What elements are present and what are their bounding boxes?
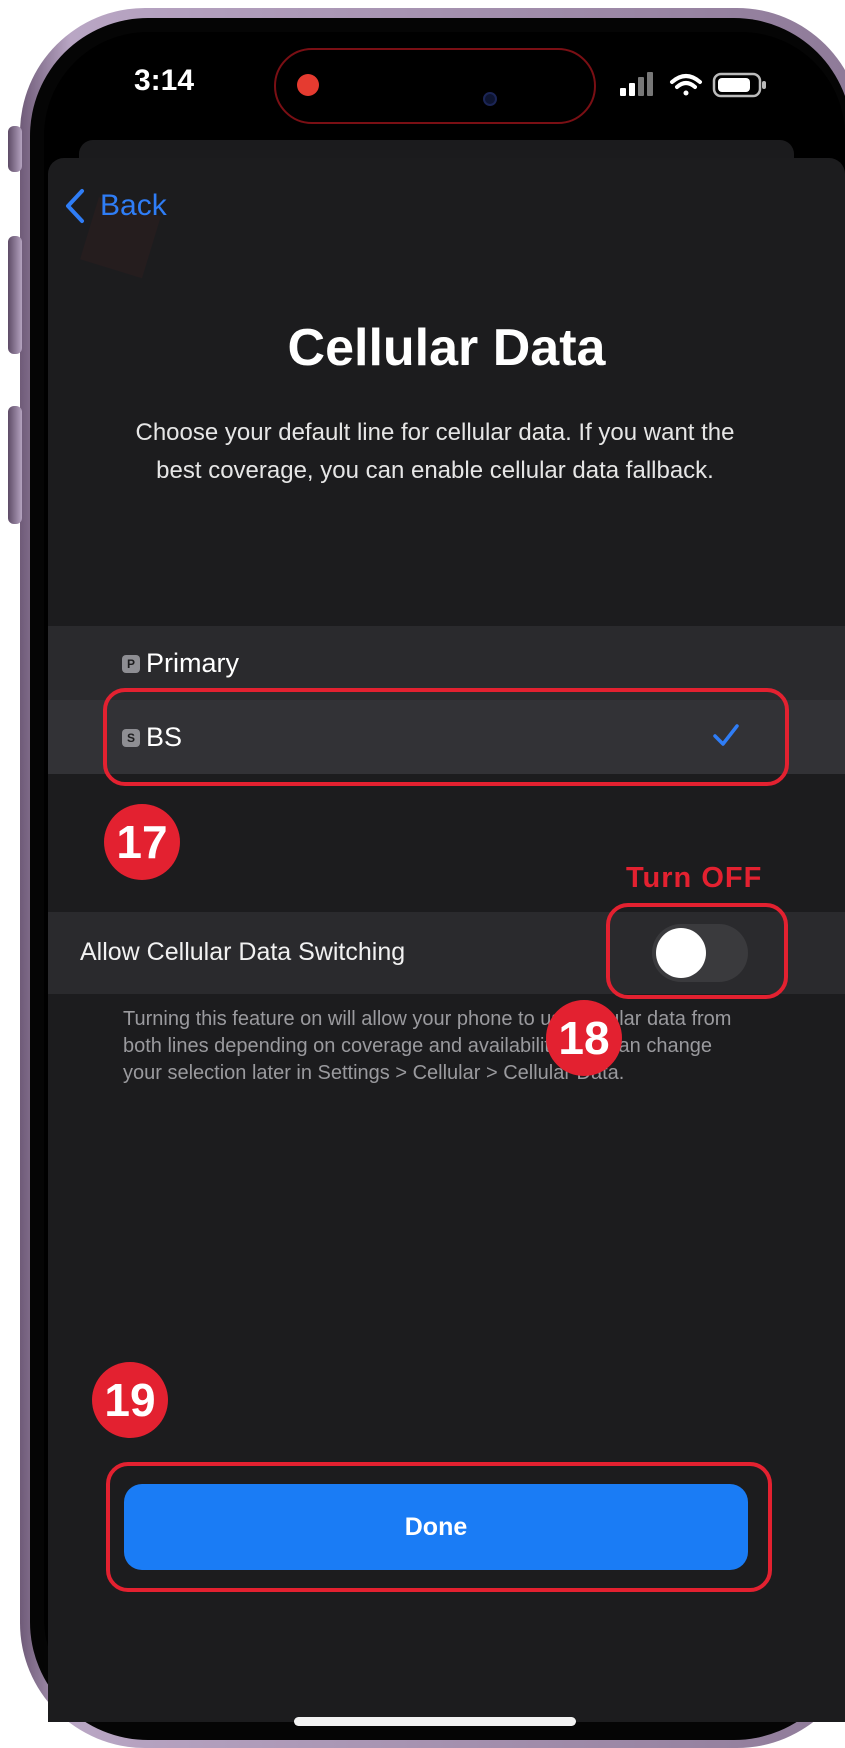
status-icons xyxy=(620,70,780,100)
line-badge-p: P xyxy=(122,654,140,673)
status-time: 3:14 xyxy=(134,64,195,97)
back-label: Back xyxy=(100,189,167,222)
switching-label: Allow Cellular Data Switching xyxy=(80,938,406,966)
turn-off-note: Turn OFF xyxy=(626,862,763,894)
front-camera xyxy=(483,92,497,106)
battery-icon xyxy=(712,72,766,98)
wifi-icon xyxy=(670,74,702,96)
page-description: Choose your default line for cellular da… xyxy=(135,419,735,484)
chevron-left-icon xyxy=(66,189,84,223)
step-badge-19: 19 xyxy=(92,1362,168,1438)
recording-dot-icon xyxy=(297,74,319,96)
side-button-volume-down xyxy=(8,406,22,524)
highlight-toggle xyxy=(606,903,788,999)
highlight-line-bs xyxy=(103,688,789,786)
side-button-action xyxy=(8,126,22,172)
cellular-signal-icon xyxy=(620,72,653,96)
side-button-volume-up xyxy=(8,236,22,354)
back-button[interactable]: Back xyxy=(64,186,167,226)
switching-footnote: Turning this feature on will allow your … xyxy=(123,1008,732,1084)
dynamic-island xyxy=(274,48,596,124)
highlight-done xyxy=(106,1462,772,1592)
home-indicator xyxy=(294,1717,576,1726)
line-primary-label: Primary xyxy=(146,648,239,678)
step-badge-17: 17 xyxy=(104,804,180,880)
page-title: Cellular Data xyxy=(287,319,606,377)
step-badge-18: 18 xyxy=(546,1000,622,1076)
line-primary-row: P Primary xyxy=(122,648,239,679)
